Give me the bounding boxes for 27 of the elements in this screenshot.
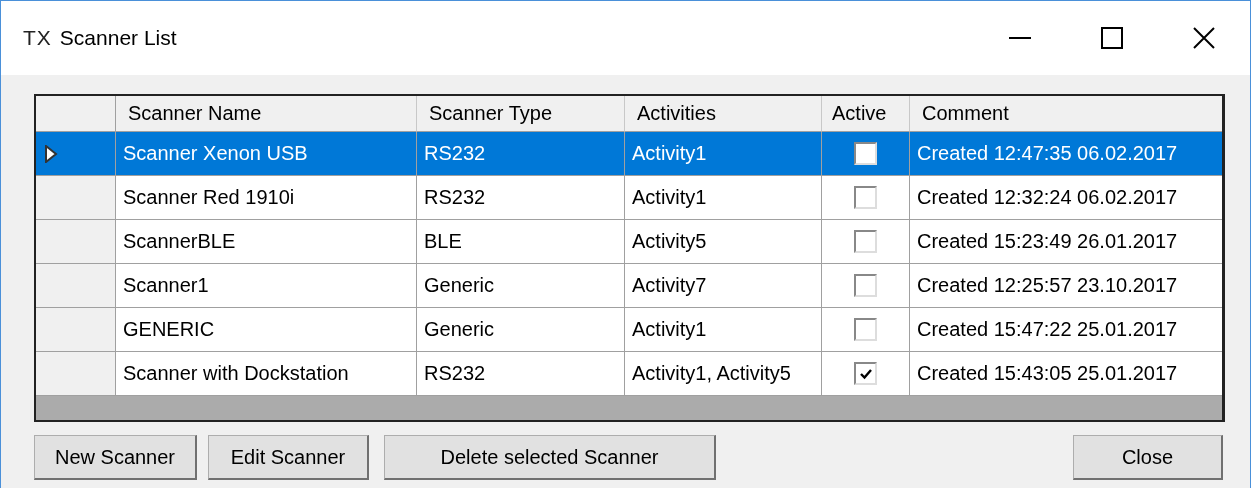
row-header[interactable] (36, 352, 116, 396)
active-checkbox[interactable] (854, 362, 877, 385)
minimize-icon (1009, 37, 1031, 39)
maximize-icon (1101, 27, 1123, 49)
row-header[interactable] (36, 132, 116, 176)
table-cell: Created 12:47:35 06.02.2017 (910, 132, 1222, 176)
current-row-icon (44, 144, 58, 163)
active-checkbox[interactable] (854, 318, 877, 341)
window-title: Scanner List (59, 26, 177, 50)
row-header[interactable] (36, 176, 116, 220)
close-dialog-button[interactable]: Close (1073, 435, 1223, 480)
table-cell: Activity1 (625, 132, 822, 176)
row-header[interactable] (36, 220, 116, 264)
active-checkbox[interactable] (854, 230, 877, 253)
check-icon (859, 367, 872, 380)
active-checkbox[interactable] (854, 186, 877, 209)
table-cell: Scanner Xenon USB (116, 132, 417, 176)
active-checkbox[interactable] (854, 142, 877, 165)
app-logo: TX (23, 26, 52, 50)
row-header[interactable] (36, 264, 116, 308)
close-icon (1193, 27, 1215, 49)
table-cell: RS232 (417, 132, 625, 176)
action-button[interactable]: New Scanner (34, 435, 197, 480)
action-button[interactable]: Edit Scanner (208, 435, 369, 480)
action-button[interactable]: Delete selected Scanner (384, 435, 716, 480)
active-checkbox[interactable] (854, 274, 877, 297)
row-header[interactable] (36, 308, 116, 352)
